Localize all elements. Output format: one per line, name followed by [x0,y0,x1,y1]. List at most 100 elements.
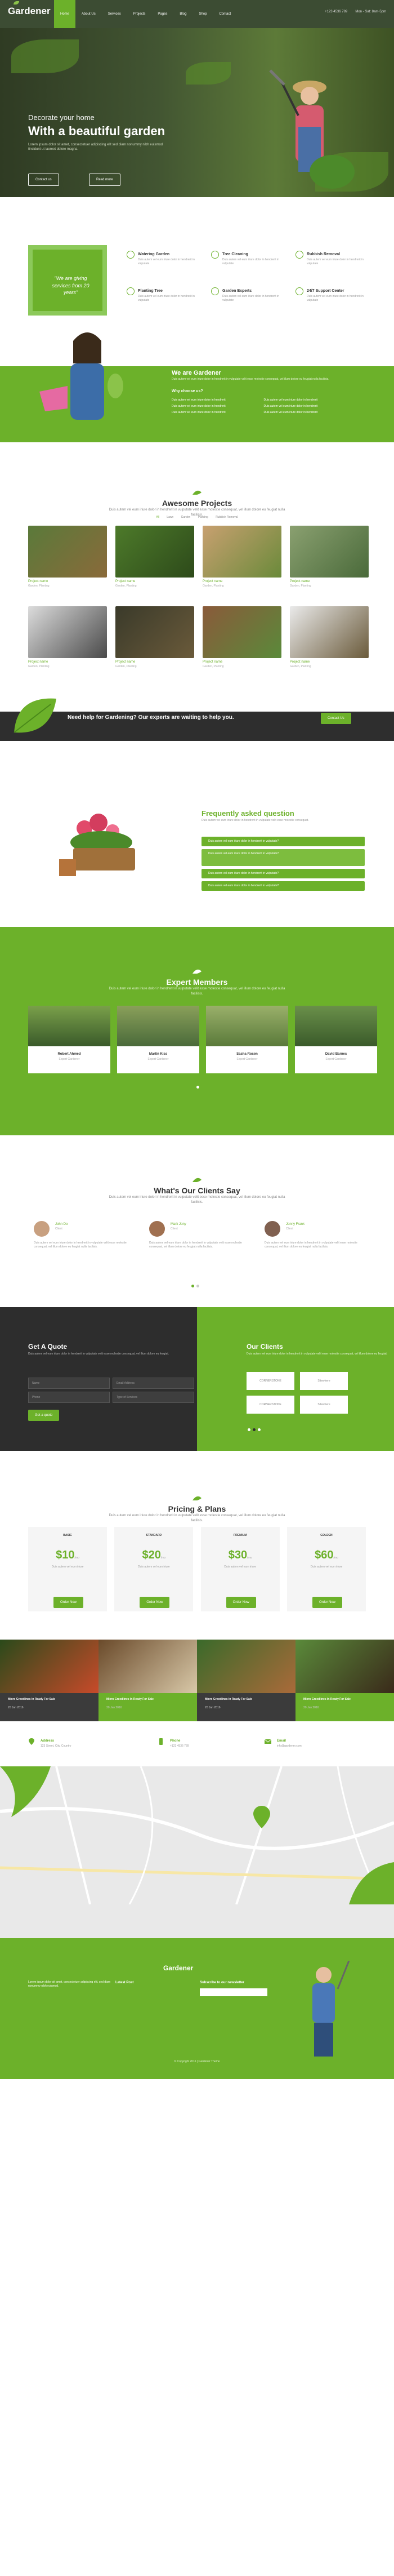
get-quote-button[interactable]: Get a quote [28,1410,60,1422]
phone-field[interactable]: Phone [28,1392,110,1403]
experts-subtitle: Duis autem vel eum iriure dolor in hendr… [109,987,285,996]
expert-card[interactable]: Sasha Rosen Expert Gardener [206,1006,288,1073]
blog-card[interactable]: Micro Greedlines In Ready For Sale 20 Jan… [197,1640,296,1721]
filter-rubbish-removal[interactable]: Rubbish Removal [216,516,238,519]
experts-section: Expert Members Duis autem vel eum iriure… [0,927,394,1135]
order-now-button[interactable]: Order Now [226,1597,256,1609]
expert-card[interactable]: Martin Kiss Expert Gardener [117,1006,199,1073]
filter-all[interactable]: All [156,516,159,519]
filter-garden[interactable]: Garden [181,516,191,519]
gardener-woman-watering-can-image [39,332,123,420]
footer-logo[interactable]: Gardener [163,1964,193,1973]
nav-shop[interactable]: Shop [192,0,213,28]
divider [0,690,394,712]
client-logos: CORNERSTONE Sitewhere CORNERSTONE Sitewh… [247,1372,348,1414]
project-card[interactable]: Project name Garden, Planting [203,526,281,590]
nav-pages[interactable]: Pages [151,0,173,28]
blog-card[interactable]: Micro Greedlines In Ready For Sale 20 Jan… [0,1640,98,1721]
map-marker-icon [253,1806,270,1828]
faq-item[interactable]: Duis autem vel eum iriure dolor in hendr… [202,849,365,866]
nav-projects[interactable]: Projects [127,0,152,28]
slider-dots[interactable] [248,1428,261,1431]
read-more-button[interactable]: Read more [89,174,120,186]
nav-contact[interactable]: Contact [213,0,237,28]
contact-us-button[interactable]: Contact Us [321,713,351,725]
logo[interactable]: Gardener [8,1,51,18]
blog-strip: Micro Greedlines In Ready For Sale 20 Jan… [0,1640,394,1721]
list-item: Duis autem vel eum iriure dolor in hendr… [263,398,318,402]
leaf-icon [192,969,202,974]
flower-pots-image [59,814,135,876]
client-logo[interactable]: Sitewhere [300,1396,348,1414]
order-now-button[interactable]: Order Now [312,1597,342,1609]
blog-image [296,1640,394,1693]
phone-icon [159,1738,163,1745]
project-card[interactable]: Project name Garden, Planting [115,526,194,590]
location-map[interactable] [0,1766,394,1904]
nav-blog[interactable]: Blog [173,0,192,28]
why-choose-us-list: Duis autem vel eum iriure dolor in hendr… [172,397,352,416]
expert-icon [211,287,219,295]
testimonials-subtitle: Duis autem vel eum iriure dolor in hendr… [109,1196,285,1204]
list-item: Duis autem vel eum iriure dolor in hendr… [172,398,226,402]
faq-section: Frequently asked question Duis autem vel… [0,741,394,927]
pricing-card: PREMIUM $30/mo Duis autem vel eum iriure Or… [200,1527,280,1611]
project-card[interactable]: Project name Garden, Planting [290,526,369,590]
gardener-woman-image [269,69,355,189]
pricing-plans: BASIC $10/mo Duis autem vel eum iriure Orde… [28,1527,366,1611]
pricing-section: Pricing & Plans Duis autem vel eum iriur… [0,1451,394,1640]
order-now-button[interactable]: Order Now [140,1597,170,1609]
slider-dots[interactable] [191,1086,199,1089]
client-logo[interactable]: CORNERSTONE [247,1396,294,1414]
expert-photo [28,1006,110,1046]
quote-clients-section: Get A Quote Duis autem vel eum iriure do… [0,1307,394,1451]
avatar [34,1221,50,1237]
project-card[interactable]: Project name Garden, Planting [203,606,281,671]
newsletter-email-input[interactable] [200,1988,267,1997]
pricing-title: Pricing & Plans [0,1496,394,1515]
footer: Gardener Lorem ipsum dolor sit amet, con… [0,1904,394,2079]
expert-photo [117,1006,199,1046]
faq-item[interactable]: Duis autem vel eum iriure dolor in hendr… [202,881,365,891]
blog-image [0,1640,98,1693]
client-logo[interactable]: CORNERSTONE [247,1372,294,1390]
hero-title: With a beautiful garden [28,124,165,138]
contact-us-button[interactable]: Contact us [28,174,59,186]
map-continuation [0,1904,394,1938]
expert-card[interactable]: Robert Ahmed Expert Gardener [28,1006,110,1073]
nav-home[interactable]: Home [54,0,76,28]
service-type-field[interactable]: Type of Services [113,1392,194,1403]
watering-icon [127,251,135,259]
order-now-button[interactable]: Order Now [53,1597,84,1609]
slider-dots[interactable] [191,1285,199,1287]
expert-card[interactable]: David Barnes Expert Gardener [295,1006,377,1073]
experts-title: Expert Members [0,969,394,988]
experts-grid: Robert Ahmed Expert Gardener Martin Kiss E… [28,1006,377,1073]
filter-lawn[interactable]: Lawn [167,516,173,519]
blog-card[interactable]: Micro Greedlines In Ready For Sale 20 Jan… [296,1640,394,1721]
testimonials-title: What's Our Clients Say [0,1178,394,1197]
client-logo[interactable]: Sitewhere [300,1372,348,1390]
project-card[interactable]: Project name Garden, Planting [115,606,194,671]
projects-title: Awesome Projects [0,490,394,509]
testimonials-section: What's Our Clients Say Duis autem vel eu… [0,1135,394,1307]
leaf-icon [192,1178,202,1182]
blog-card[interactable]: Micro Greedlines In Ready For Sale 20 Jan… [98,1640,197,1721]
nav-services[interactable]: Services [102,0,127,28]
project-card[interactable]: Project name Garden, Planting [290,606,369,671]
email-icon [265,1739,271,1744]
blog-image [98,1640,197,1693]
email-field[interactable]: Email Address [113,1378,194,1389]
project-image [115,606,194,658]
hero-subtitle: Decorate your home [28,113,95,122]
header-contact: +123 4536 789 Mon - Sat: 8am-5pm [325,10,386,14]
name-field[interactable]: Name [28,1378,110,1389]
hero-text: Lorem ipsum dolor sit amet, consectetuer… [28,143,163,152]
nav-about[interactable]: About Us [75,0,102,28]
faq-item[interactable]: Duis autem vel eum iriure dolor in hendr… [202,837,365,846]
project-card[interactable]: Project name Garden, Planting [28,526,107,590]
footer-about: Lorem ipsum dolor sit amet, consectetuer… [28,1980,111,1988]
filter-planting[interactable]: Planting [198,516,208,519]
faq-item[interactable]: Duis autem vel eum iriure dolor in hendr… [202,869,365,878]
project-card[interactable]: Project name Garden, Planting [28,606,107,671]
